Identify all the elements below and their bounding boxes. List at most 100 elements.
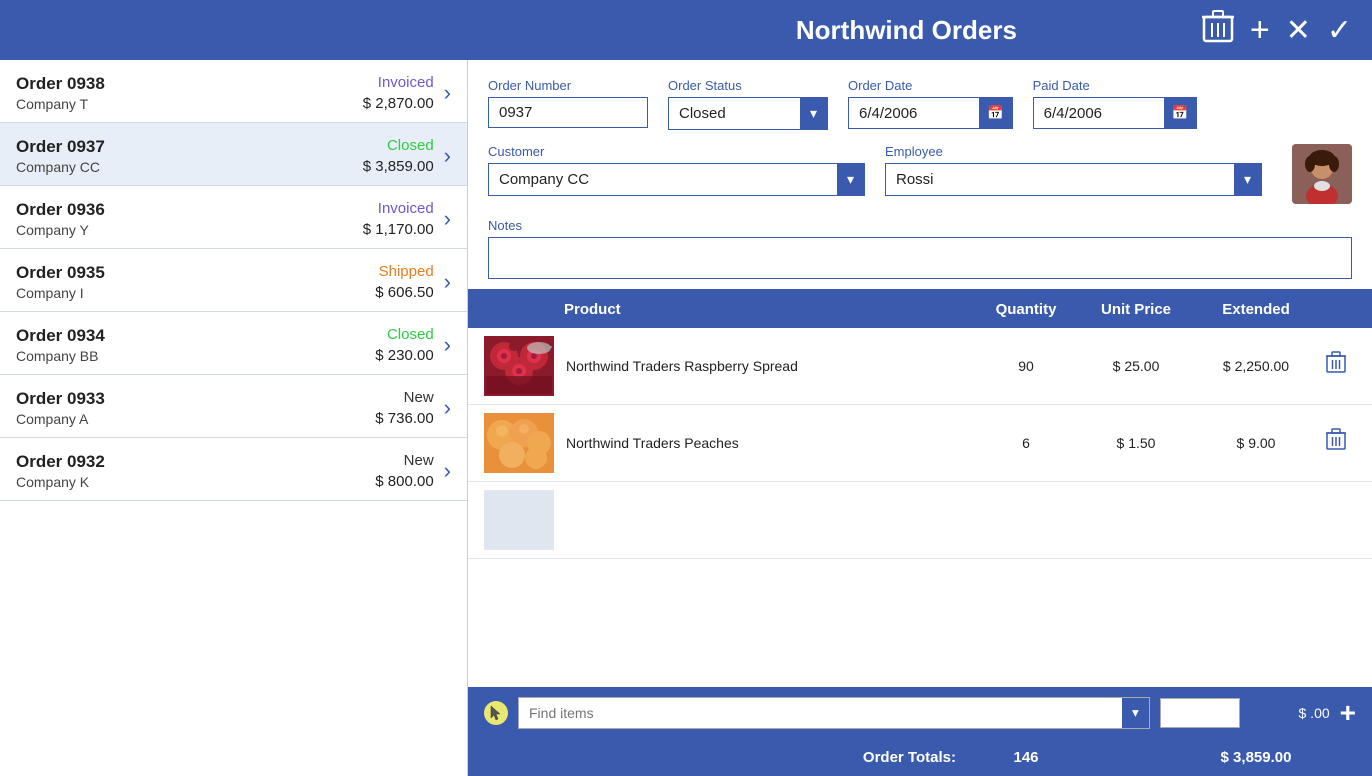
- order-info: Order 0938 Company T: [16, 74, 363, 112]
- order-status-amount: New $ 800.00: [375, 452, 433, 490]
- employee-field: Employee Rossi ▾: [885, 144, 1262, 196]
- order-status-amount: Shipped $ 606.50: [375, 263, 433, 301]
- cursor-indicator: [484, 701, 508, 725]
- paid-date-calendar-btn[interactable]: 📅: [1164, 98, 1197, 128]
- form-row-3: Notes: [488, 218, 1352, 279]
- notes-label: Notes: [488, 218, 1352, 233]
- notes-input[interactable]: [488, 237, 1352, 279]
- order-date-calendar-btn[interactable]: 📅: [979, 98, 1012, 128]
- form-row-1: Order Number Order Status Closed ▾ Order…: [488, 78, 1352, 130]
- find-items-dropdown-btn[interactable]: ▾: [1122, 698, 1149, 728]
- order-date-input[interactable]: [849, 99, 979, 128]
- order-status-dropdown-btn[interactable]: ▾: [800, 98, 827, 129]
- product-delete-cell: [1316, 351, 1356, 381]
- col-unit-price-header: Unit Price: [1076, 301, 1196, 318]
- order-chevron-icon: ›: [444, 269, 451, 295]
- order-chevron-icon: ›: [444, 458, 451, 484]
- product-quantity: 6: [976, 435, 1076, 451]
- customer-dropdown-btn[interactable]: ▾: [837, 164, 864, 195]
- order-status-badge: Invoiced: [378, 74, 434, 91]
- order-list-item[interactable]: Order 0932 Company K New $ 800.00 ›: [0, 438, 467, 501]
- order-list-item[interactable]: Order 0935 Company I Shipped $ 606.50 ›: [0, 249, 467, 312]
- order-status-label: Order Status: [668, 78, 828, 93]
- products-table-header: Product Quantity Unit Price Extended: [468, 291, 1372, 328]
- product-row: [468, 482, 1372, 559]
- order-number: Order 0937: [16, 137, 363, 157]
- order-number-field: Order Number: [488, 78, 648, 128]
- product-extended: $ 2,250.00: [1196, 358, 1316, 374]
- order-company: Company I: [16, 285, 375, 301]
- order-list-item[interactable]: Order 0933 Company A New $ 736.00 ›: [0, 375, 467, 438]
- product-image: [484, 413, 554, 473]
- order-number: Order 0933: [16, 389, 375, 409]
- product-delete-cell: [1316, 428, 1356, 458]
- order-chevron-icon: ›: [444, 143, 451, 169]
- product-extended: $ 9.00: [1196, 435, 1316, 451]
- product-row: Northwind Traders Peaches 6 $ 1.50 $ 9.0…: [468, 405, 1372, 482]
- order-info: Order 0935 Company I: [16, 263, 375, 301]
- confirm-icon[interactable]: ✓: [1327, 13, 1352, 48]
- col-quantity-header: Quantity: [976, 301, 1076, 318]
- totals-amount: $ 3,859.00: [1196, 749, 1316, 766]
- order-info: Order 0936 Company Y: [16, 200, 363, 238]
- product-image: [484, 490, 554, 550]
- order-amount: $ 1,170.00: [363, 221, 434, 238]
- order-chevron-icon: ›: [444, 395, 451, 421]
- notes-field-container: Notes: [488, 218, 1352, 279]
- order-status-amount: New $ 736.00: [375, 389, 433, 427]
- order-date-label: Order Date: [848, 78, 1013, 93]
- paid-date-input[interactable]: [1034, 99, 1164, 128]
- order-amount: $ 800.00: [375, 473, 433, 490]
- order-list-item[interactable]: Order 0938 Company T Invoiced $ 2,870.00…: [0, 60, 467, 123]
- find-items-input[interactable]: [519, 699, 1122, 727]
- product-image: [484, 336, 554, 396]
- order-amount: $ 3,859.00: [363, 158, 434, 175]
- header-actions: + ✕ ✓: [1202, 9, 1352, 52]
- order-list-item[interactable]: Order 0936 Company Y Invoiced $ 1,170.00…: [0, 186, 467, 249]
- order-status-badge: Closed: [387, 137, 434, 154]
- order-list-item[interactable]: Order 0937 Company CC Closed $ 3,859.00 …: [0, 123, 467, 186]
- order-status-badge: Invoiced: [378, 200, 434, 217]
- order-date-container: 📅: [848, 97, 1013, 129]
- cancel-icon[interactable]: ✕: [1286, 13, 1311, 48]
- order-info: Order 0934 Company BB: [16, 326, 375, 364]
- order-info: Order 0933 Company A: [16, 389, 375, 427]
- paid-date-container: 📅: [1033, 97, 1198, 129]
- employee-select[interactable]: Rossi ▾: [885, 163, 1262, 196]
- delete-product-button[interactable]: [1326, 428, 1346, 458]
- order-company: Company Y: [16, 222, 363, 238]
- delete-icon[interactable]: [1202, 9, 1234, 52]
- employee-dropdown-btn[interactable]: ▾: [1234, 164, 1261, 195]
- add-product-button[interactable]: +: [1340, 697, 1356, 729]
- order-status-badge: Closed: [387, 326, 434, 343]
- add-quantity-input[interactable]: [1160, 698, 1240, 728]
- order-detail: Order Number Order Status Closed ▾ Order…: [468, 60, 1372, 776]
- paid-date-label: Paid Date: [1033, 78, 1198, 93]
- order-number: Order 0934: [16, 326, 375, 346]
- product-row: Northwind Traders Raspberry Spread 90 $ …: [468, 328, 1372, 405]
- product-quantity: 90: [976, 358, 1076, 374]
- order-number-input[interactable]: [488, 97, 648, 128]
- order-info: Order 0932 Company K: [16, 452, 375, 490]
- delete-product-button[interactable]: [1326, 351, 1346, 381]
- order-company: Company CC: [16, 159, 363, 175]
- order-status-badge: Shipped: [379, 263, 434, 280]
- order-amount: $ 2,870.00: [363, 95, 434, 112]
- order-company: Company A: [16, 411, 375, 427]
- products-list: Northwind Traders Raspberry Spread 90 $ …: [468, 328, 1372, 687]
- order-status-select[interactable]: Closed ▾: [668, 97, 828, 130]
- order-company: Company T: [16, 96, 363, 112]
- customer-value: Company CC: [489, 165, 837, 194]
- employee-label: Employee: [885, 144, 1262, 159]
- order-list-item[interactable]: Order 0934 Company BB Closed $ 230.00 ›: [0, 312, 467, 375]
- customer-select[interactable]: Company CC ▾: [488, 163, 865, 196]
- order-status-value: Closed: [669, 99, 800, 128]
- order-amount: $ 736.00: [375, 410, 433, 427]
- app-header: Northwind Orders + ✕ ✓: [0, 0, 1372, 60]
- form-row-2: Customer Company CC ▾ Employee Rossi ▾: [488, 144, 1352, 204]
- order-number: Order 0935: [16, 263, 375, 283]
- add-icon[interactable]: +: [1250, 11, 1270, 50]
- main-layout: Order 0938 Company T Invoiced $ 2,870.00…: [0, 60, 1372, 776]
- order-company: Company K: [16, 474, 375, 490]
- order-status-field: Order Status Closed ▾: [668, 78, 828, 130]
